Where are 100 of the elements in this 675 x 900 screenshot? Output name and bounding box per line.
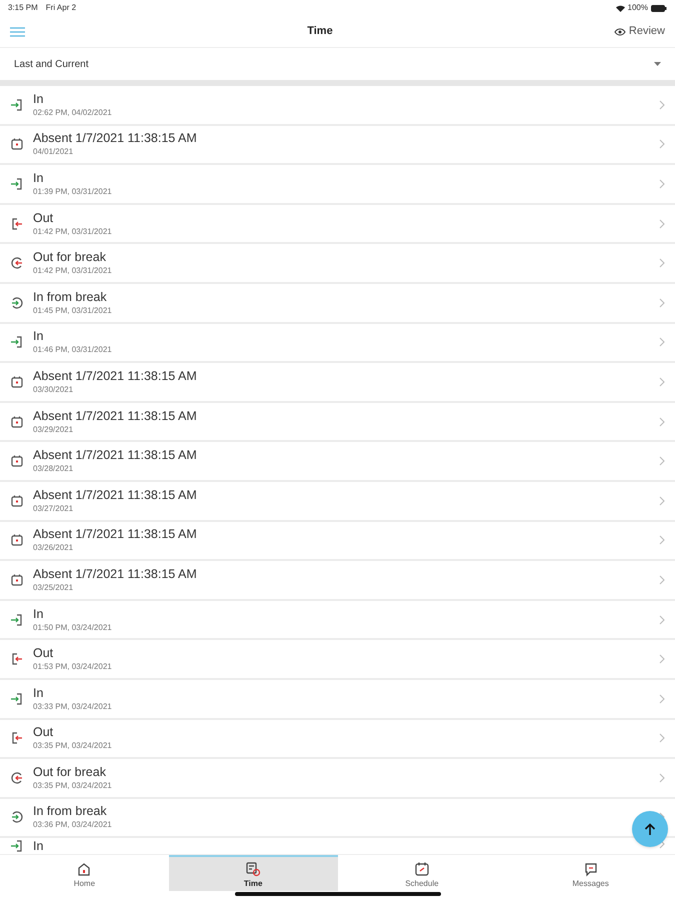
- entry-timestamp: 03/27/2021: [33, 502, 74, 514]
- sign-in-icon: [10, 335, 24, 350]
- status-time: 3:15 PM: [8, 2, 38, 14]
- entry-timestamp: 03/29/2021: [33, 424, 74, 435]
- home-icon: [76, 861, 92, 877]
- chat-bubble-icon: [582, 861, 599, 877]
- tab-bar-item[interactable]: Schedule: [338, 855, 506, 891]
- entry-title: Out for break: [33, 764, 106, 780]
- review-button[interactable]: Review: [614, 23, 665, 40]
- chevron-right-icon: [659, 574, 665, 585]
- page-title: Time: [307, 24, 333, 40]
- entry-row[interactable]: In 01:46 PM, 03/31/2021: [0, 324, 675, 364]
- sign-in-icon: [10, 98, 24, 112]
- chevron-right-icon: [659, 772, 665, 783]
- calendar-icon: [10, 137, 24, 152]
- entry-title: In: [33, 686, 44, 701]
- entry-timestamp: 01:45 PM, 03/31/2021: [33, 304, 112, 316]
- entry-timestamp: 01:42 PM, 03/31/2021: [33, 265, 112, 276]
- calendar-icon: [10, 572, 24, 587]
- circle-arrow-right-icon: [10, 810, 24, 824]
- entry-timestamp: 03/30/2021: [33, 384, 74, 395]
- sign-in-icon: [10, 692, 24, 706]
- entry-timestamp: 03:35 PM, 03/24/2021: [33, 740, 112, 752]
- chevron-right-icon: [659, 100, 665, 110]
- chevron-right-icon: [659, 694, 665, 704]
- timesheet-icon: [245, 861, 262, 877]
- chevron-right-icon: [659, 337, 665, 348]
- entry-timestamp: 03:35 PM, 03/24/2021: [33, 780, 112, 791]
- circle-arrow-left-icon: [10, 256, 24, 270]
- circle-arrow-right-icon: [10, 296, 24, 310]
- entry-row[interactable]: In from break 03:36 PM, 03/24/2021: [0, 798, 675, 838]
- entry-timestamp: 01:46 PM, 03/31/2021: [33, 344, 112, 356]
- entry-title: Absent 1/7/2021 11:38:15 AM: [33, 408, 197, 424]
- sign-out-icon: [10, 216, 24, 231]
- entry-title: In: [33, 329, 44, 344]
- entry-row[interactable]: Out 03:35 PM, 03/24/2021: [0, 720, 675, 760]
- calendar-icon: [10, 374, 24, 389]
- tab-bar-item[interactable]: Time: [168, 855, 338, 891]
- wifi-icon: [616, 4, 625, 12]
- entry-timestamp: 01:42 PM, 03/31/2021: [33, 226, 112, 237]
- sign-in-icon: [10, 839, 24, 854]
- sign-in-icon: [10, 612, 24, 627]
- entry-title: Out for break: [33, 250, 106, 266]
- calendar-icon: [10, 414, 24, 429]
- entry-title: In: [33, 92, 44, 107]
- battery-icon: [651, 4, 667, 12]
- chevron-right-icon: [659, 178, 665, 189]
- sign-in-icon: [10, 176, 24, 191]
- period-dropdown[interactable]: Last and Current: [0, 48, 675, 80]
- entry-title: In: [33, 170, 44, 186]
- entry-title: Absent 1/7/2021 11:38:15 AM: [33, 488, 197, 503]
- battery-percentage: 100%: [628, 2, 648, 14]
- entry-row[interactable]: Absent 1/7/2021 11:38:15 AM 03/26/2021: [0, 522, 675, 562]
- entry-timestamp: 03:33 PM, 03/24/2021: [33, 700, 112, 712]
- status-date: Fri Apr 2: [46, 2, 76, 14]
- entry-row[interactable]: Absent 1/7/2021 11:38:15 AM 04/01/2021: [0, 126, 675, 166]
- entry-timestamp: 03/28/2021: [33, 463, 74, 474]
- menu-icon: [10, 26, 25, 36]
- entry-timestamp: 03/25/2021: [33, 582, 74, 593]
- chevron-right-icon: [659, 614, 665, 625]
- entry-timestamp: 04/01/2021: [33, 146, 74, 158]
- entry-title: In: [33, 606, 44, 622]
- entry-row[interactable]: In 01:50 PM, 03/24/2021: [0, 600, 675, 640]
- chevron-right-icon: [659, 416, 665, 427]
- entry-title: Out: [33, 210, 54, 226]
- calendar-icon: [10, 494, 24, 508]
- calendar-icon: [10, 454, 24, 468]
- sign-out-icon: [10, 731, 24, 746]
- entry-title: Absent 1/7/2021 11:38:15 AM: [33, 448, 197, 464]
- entry-title: Absent 1/7/2021 11:38:15 AM: [33, 368, 197, 384]
- entry-title: In from break: [33, 290, 107, 305]
- entry-title: Absent 1/7/2021 11:38:15 AM: [33, 527, 197, 542]
- entry-timestamp: 01:53 PM, 03/24/2021: [33, 661, 112, 672]
- chevron-right-icon: [659, 535, 665, 546]
- entry-timestamp: 01:39 PM, 03/31/2021: [33, 186, 112, 197]
- chevron-right-icon: [659, 218, 665, 229]
- tab-bar-item[interactable]: Home: [0, 855, 169, 891]
- caret-icon: [654, 62, 661, 66]
- entry-timestamp: 01:50 PM, 03/24/2021: [33, 622, 112, 633]
- entry-timestamp: 02:62 PM, 04/02/2021: [33, 106, 112, 118]
- eye-icon: [614, 28, 626, 36]
- entry-title: Absent 1/7/2021 11:38:15 AM: [33, 566, 197, 582]
- chevron-right-icon: [659, 298, 665, 308]
- entry-title: Out: [33, 646, 54, 662]
- calendar-icon: [414, 861, 430, 877]
- chevron-right-icon: [659, 139, 665, 150]
- entry-title: Absent 1/7/2021 11:38:15 AM: [33, 131, 197, 146]
- chevron-right-icon: [659, 733, 665, 744]
- chevron-right-icon: [659, 496, 665, 506]
- chevron-right-icon: [659, 456, 665, 466]
- arrow-up-icon: [644, 822, 656, 836]
- entry-title: In: [33, 839, 44, 854]
- entry-title: Out: [33, 725, 54, 740]
- tab-bar-item[interactable]: Messages: [506, 855, 675, 891]
- chevron-right-icon: [659, 376, 665, 387]
- calendar-icon: [10, 533, 24, 548]
- circle-arrow-left-icon: [10, 770, 24, 785]
- entry-title: In from break: [33, 804, 107, 820]
- entry-timestamp: 03/26/2021: [33, 542, 74, 554]
- entry-timestamp: 03:36 PM, 03/24/2021: [33, 819, 112, 830]
